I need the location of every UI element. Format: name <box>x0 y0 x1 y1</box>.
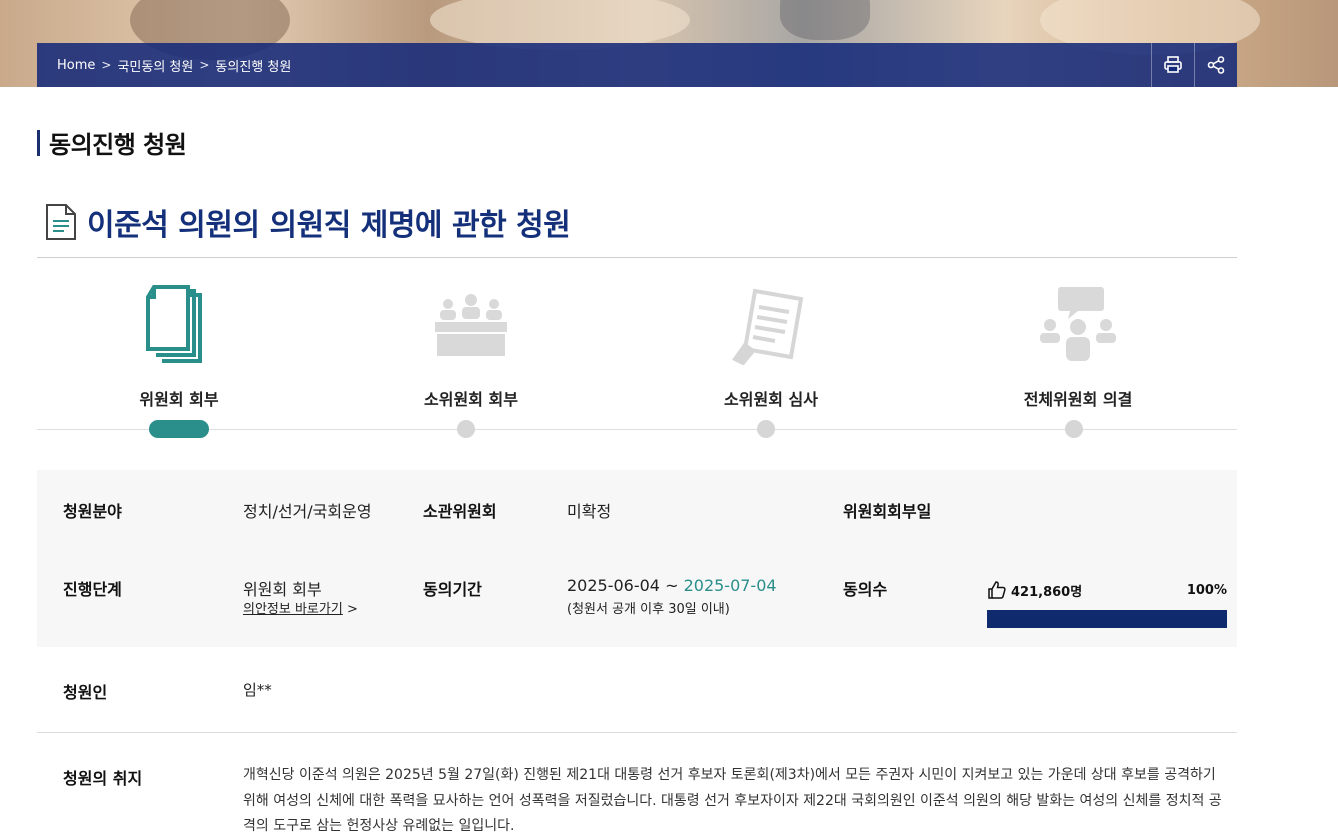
period-start: 2025-06-04 <box>567 576 660 595</box>
purpose-label: 청원의 취지 <box>63 769 143 788</box>
step-label: 위원회 회부 <box>139 390 219 409</box>
step-committee-referral: 위원회 회부 <box>59 280 299 410</box>
breadcrumb-home[interactable]: Home <box>57 58 95 73</box>
page-title: 동의진행 청원 <box>49 131 187 159</box>
step-indicator-active <box>149 420 209 438</box>
print-icon <box>1164 56 1182 73</box>
bill-info-link-text[interactable]: 의안정보 바로가기 <box>243 602 343 617</box>
step-indicator <box>1065 420 1083 438</box>
agree-progress-fill <box>987 610 1227 628</box>
petition-title: 이준석 의원의 의원직 제명에 관한 청원 <box>87 208 571 243</box>
heading-marker <box>37 129 40 156</box>
breadcrumb: Home > 국민동의 청원 > 동의진행 청원 <box>37 56 1151 75</box>
chevron-right-icon: > <box>346 602 358 617</box>
period-separator: ~ <box>665 576 679 595</box>
period-end: 2025-07-04 <box>683 576 777 595</box>
committee-value: 미확정 <box>567 502 612 521</box>
field-label: 청원분야 <box>63 502 122 521</box>
meeting-table-icon <box>435 294 507 356</box>
step-plenary-resolution: 전체위원회 의결 <box>958 280 1198 410</box>
agree-count-meter: 421,860명 100% <box>987 578 1227 628</box>
progress-steps: 위원회 회부 소위원회 회부 소위원회 심사 전체위원회 의결 <box>37 280 1237 450</box>
period-note: (청원서 공개 이후 30일 이내) <box>567 602 730 617</box>
step-label: 소위원회 회부 <box>424 390 518 409</box>
referral-date-label: 위원회회부일 <box>843 502 932 521</box>
field-value: 정치/선거/국회운영 <box>243 502 372 521</box>
committee-label: 소관위원회 <box>423 502 497 521</box>
agree-count-label: 동의수 <box>843 580 888 599</box>
step-indicator <box>457 420 475 438</box>
share-icon <box>1207 56 1225 74</box>
row-divider <box>37 732 1237 733</box>
chevron-right-icon: > <box>101 58 112 72</box>
step-subcommittee-review: 소위원회 심사 <box>651 280 891 410</box>
purpose-text: 개혁신당 이준석 의원은 2025년 5월 27일(화) 진행된 제21대 대통… <box>243 767 1222 833</box>
breadcrumb-bar: Home > 국민동의 청원 > 동의진행 청원 <box>37 43 1237 87</box>
review-document-icon <box>732 288 804 365</box>
step-label: 소위원회 심사 <box>724 390 818 409</box>
breadcrumb-level1[interactable]: 국민동의 청원 <box>117 56 193 75</box>
group-discussion-icon <box>1040 287 1116 361</box>
thumbs-up-icon <box>988 581 1006 599</box>
document-icon <box>46 204 76 240</box>
period-range: 2025-06-04 ~ 2025-07-04 <box>567 576 777 595</box>
stage-label: 진행단계 <box>63 580 122 599</box>
step-indicator <box>757 420 775 438</box>
agree-percent: 100% <box>1186 582 1227 598</box>
stage-value: 위원회 회부 <box>243 580 322 599</box>
bill-info-link[interactable]: 의안정보 바로가기 > <box>243 598 358 617</box>
documents-icon <box>146 285 202 363</box>
petitioner-value: 임** <box>243 681 272 699</box>
title-divider <box>37 257 1237 258</box>
chevron-right-icon: > <box>199 58 210 72</box>
share-button[interactable] <box>1194 43 1237 87</box>
breadcrumb-level2[interactable]: 동의진행 청원 <box>215 56 291 75</box>
step-subcommittee-referral: 소위원회 회부 <box>351 280 591 410</box>
page-heading: 동의진행 청원 <box>37 125 187 160</box>
period-label: 동의기간 <box>423 580 482 599</box>
print-button[interactable] <box>1151 43 1194 87</box>
step-label: 전체위원회 의결 <box>1023 390 1133 409</box>
agree-progress-track <box>987 610 1227 628</box>
petition-title-row: 이준석 의원의 의원직 제명에 관한 청원 <box>45 200 571 244</box>
petitioner-label: 청원인 <box>63 683 108 702</box>
agree-count: 421,860명 <box>1011 584 1083 600</box>
progress-track <box>37 429 1237 430</box>
